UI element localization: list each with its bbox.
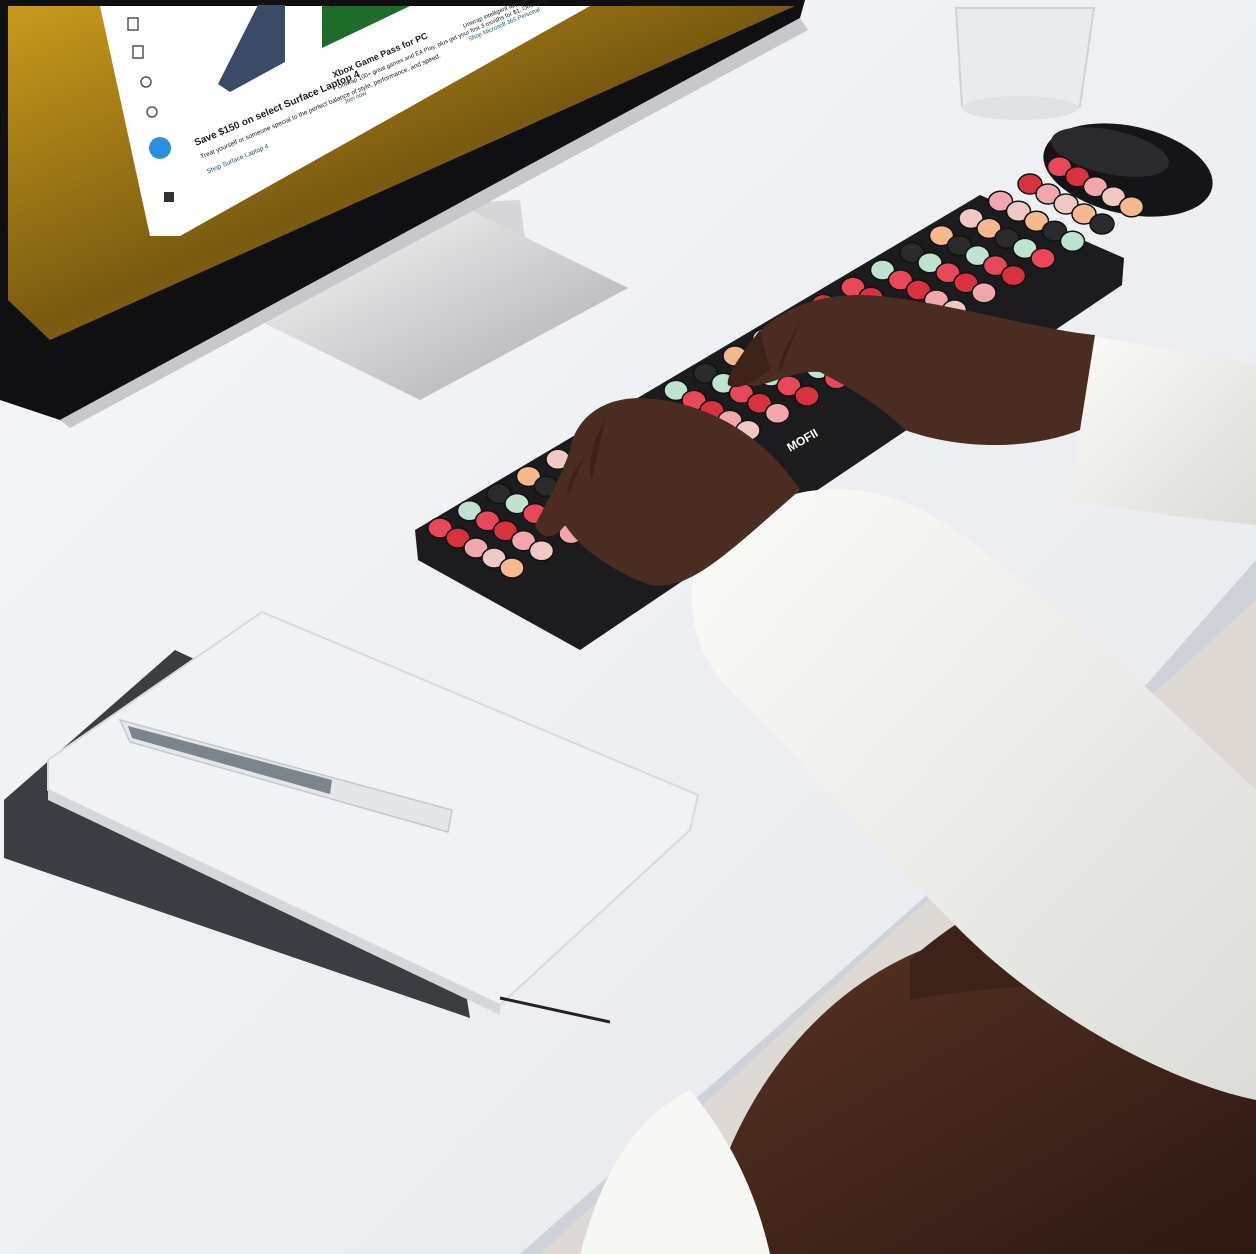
photo-frame: Save $150 on select Surface Laptop 4 Tre… — [0, 0, 1256, 1254]
keycap — [499, 557, 525, 579]
keycap — [971, 282, 997, 304]
keycap — [1030, 247, 1056, 270]
right-sleeve — [1070, 335, 1256, 525]
store-icon — [164, 192, 174, 202]
edge-icon — [149, 137, 171, 159]
keycap — [1118, 196, 1145, 218]
keycap — [1089, 213, 1115, 235]
keycap — [794, 385, 820, 407]
water-glass — [954, 7, 1096, 120]
keycap — [528, 540, 555, 562]
keycap — [1059, 230, 1086, 252]
keycap — [764, 402, 791, 424]
keycap — [1000, 264, 1027, 287]
photo-scene: Save $150 on select Surface Laptop 4 Tre… — [0, 0, 1256, 1254]
